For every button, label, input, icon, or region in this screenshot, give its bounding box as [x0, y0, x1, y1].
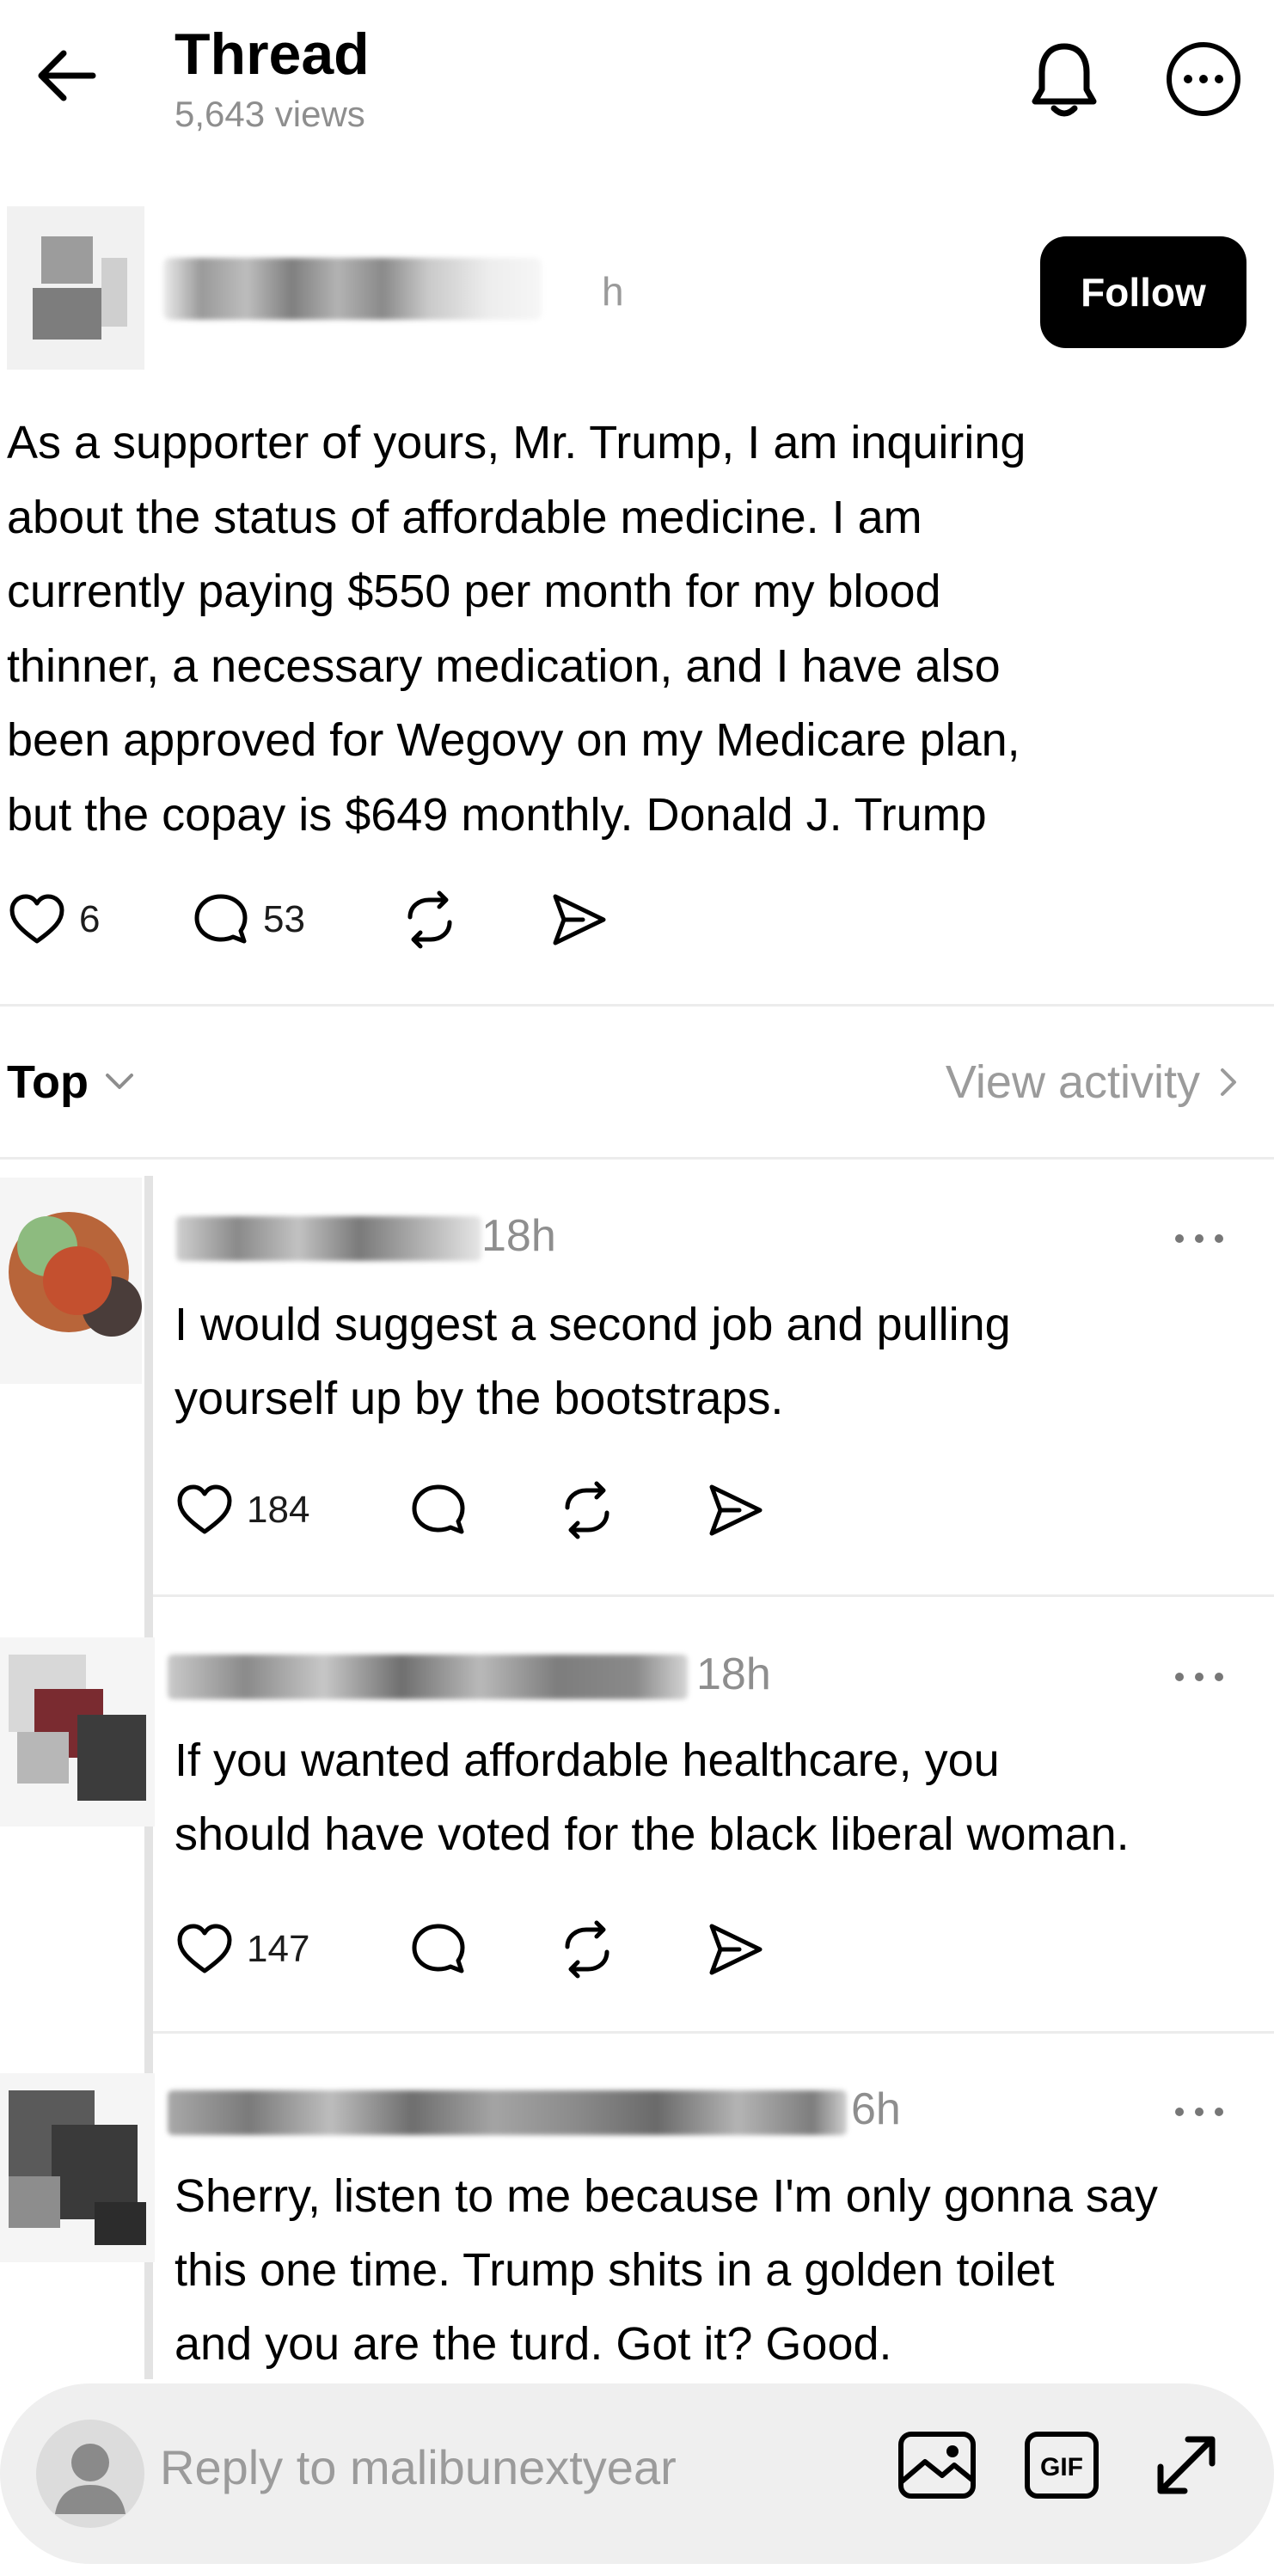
bell-icon[interactable] [1021, 36, 1107, 122]
speech-bubble-icon [194, 894, 248, 944]
share-button[interactable] [705, 1480, 765, 1540]
share-button[interactable] [548, 890, 609, 950]
reply-more-icon[interactable] [1169, 1664, 1229, 1690]
chevron-right-icon [1221, 1068, 1236, 1096]
like-count: 6 [79, 898, 101, 940]
send-icon [709, 1484, 763, 1536]
reply-more-icon[interactable] [1169, 1226, 1229, 1251]
sort-label: Top [7, 1056, 89, 1108]
reply-text: If you wanted affordable healthcare, you… [175, 1735, 1130, 1860]
heart-icon [177, 1924, 232, 1973]
divider [0, 1157, 1274, 1160]
reply-username-redacted[interactable] [176, 1216, 481, 1261]
reply-username-redacted[interactable] [168, 2090, 847, 2135]
follow-button[interactable]: Follow [1040, 236, 1246, 348]
reply-avatar[interactable] [0, 2073, 155, 2262]
heart-icon [9, 894, 64, 944]
reply-avatar[interactable] [0, 1637, 155, 1826]
divider [153, 1594, 1274, 1597]
back-arrow-icon[interactable] [33, 41, 101, 110]
speech-bubble-icon [412, 1924, 465, 1973]
send-icon [709, 1924, 763, 1975]
comment-count: 53 [263, 898, 305, 940]
repost-button[interactable] [557, 1919, 617, 1979]
author-name-redacted[interactable] [163, 258, 542, 320]
reply-input[interactable]: Reply to malibunextyear [160, 2439, 677, 2495]
view-activity-link[interactable]: View activity [946, 1055, 1241, 1109]
like-button[interactable]: 147 [175, 1919, 309, 1979]
user-avatar [36, 2420, 144, 2528]
image-icon[interactable] [894, 2422, 980, 2508]
chevron-down-icon [105, 1074, 133, 1089]
comment-button[interactable] [408, 1480, 469, 1540]
post-body: As a supporter of yours, Mr. Trump, I am… [7, 417, 1026, 841]
page-title: Thread [175, 21, 370, 87]
like-button[interactable]: 184 [175, 1480, 309, 1540]
reply-timestamp: 6h [851, 2084, 901, 2134]
like-count: 147 [247, 1928, 310, 1970]
divider [153, 2031, 1274, 2034]
expand-icon[interactable] [1143, 2422, 1229, 2508]
like-count: 184 [247, 1489, 310, 1531]
view-activity-label: View activity [945, 1056, 1200, 1108]
svg-text:GIF: GIF [1040, 2453, 1083, 2481]
repost-icon [407, 890, 452, 949]
view-count: 5,643 views [175, 94, 365, 134]
divider [0, 1004, 1274, 1007]
repost-button[interactable] [557, 1480, 617, 1540]
reply-avatar[interactable] [0, 1178, 142, 1384]
like-button[interactable]: 6 [7, 890, 100, 950]
heart-icon [177, 1484, 232, 1534]
reply-username-redacted[interactable] [168, 1655, 688, 1699]
comment-button[interactable]: 53 [191, 890, 305, 950]
reply-timestamp: 18h [481, 1211, 556, 1261]
reply-timestamp: 18h [696, 1649, 771, 1699]
more-options-icon[interactable] [1161, 36, 1246, 122]
reply-text: Sherry, listen to me because I'm only go… [175, 2170, 1158, 2370]
author-avatar[interactable] [7, 206, 144, 370]
reply-more-icon[interactable] [1169, 2099, 1229, 2125]
default-avatar-icon [55, 2444, 126, 2514]
sort-dropdown[interactable]: Top [7, 1055, 138, 1109]
share-button[interactable] [705, 1919, 765, 1979]
comment-button[interactable] [408, 1919, 469, 1979]
repost-icon [565, 1920, 609, 1979]
reply-text: I would suggest a second job and pulling… [175, 1299, 1011, 1424]
repost-icon [565, 1481, 609, 1539]
send-icon [553, 894, 606, 945]
gif-icon[interactable]: GIF [1019, 2422, 1105, 2508]
post-timestamp: h [602, 269, 624, 314]
repost-button[interactable] [400, 890, 460, 950]
speech-bubble-icon [412, 1484, 465, 1534]
